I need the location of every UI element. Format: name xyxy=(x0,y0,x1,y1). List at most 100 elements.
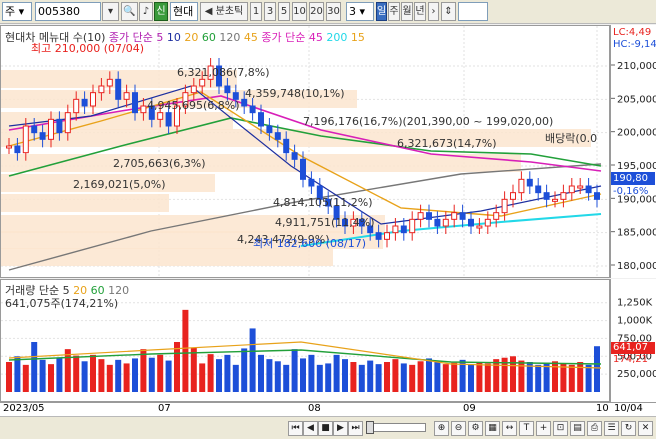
candle-body xyxy=(190,85,197,94)
zoom-slider[interactable] xyxy=(366,423,426,432)
volume-y-tick: 1,000K xyxy=(617,316,653,327)
volume-bar xyxy=(417,361,424,392)
legend-ma15: 15 xyxy=(350,31,365,44)
interval-mode-label: ◀ 분초틱 xyxy=(204,6,244,17)
volume-badge: 641,07 xyxy=(611,342,655,354)
scroll-updown-icon[interactable]: ⇕ xyxy=(441,2,456,21)
next-arrow-icon[interactable]: › xyxy=(428,2,439,21)
y-tick-label: 180,000 xyxy=(617,261,656,272)
prev-icon[interactable]: ◀ xyxy=(303,421,318,436)
zoom-in-icon[interactable]: ⊕ xyxy=(434,421,449,436)
market-label: 주 xyxy=(5,5,16,18)
volume-bar xyxy=(190,347,197,392)
settings-icon[interactable]: ☰ xyxy=(604,421,619,436)
volume-bar xyxy=(585,364,592,392)
x-tick-label: 10/04 xyxy=(614,403,643,414)
candle-body xyxy=(375,232,382,240)
stock-name-field: 현대 xyxy=(170,2,198,21)
stock-code-input[interactable]: 005380 xyxy=(35,2,101,21)
volume-bar xyxy=(81,361,88,392)
period-button-20[interactable]: 20 xyxy=(309,2,324,21)
tab-day[interactable]: 일 xyxy=(376,2,387,21)
period-button-5[interactable]: 5 xyxy=(278,2,290,21)
volume-bar xyxy=(140,349,147,392)
first-page-icon[interactable]: ⏮ xyxy=(288,421,303,436)
last-page-icon[interactable]: ⏭ xyxy=(348,421,363,436)
volume-profile-bar xyxy=(1,248,333,266)
candle-body xyxy=(224,85,231,94)
volume-bar xyxy=(73,355,80,392)
price-axis-svg: 210,000205,000200,000195,000190,000185,0… xyxy=(611,61,656,272)
code-dropdown-button[interactable]: ▾ xyxy=(102,2,119,21)
period-select[interactable]: 3 ▾ xyxy=(346,2,374,21)
candle-body xyxy=(426,212,432,220)
text-icon[interactable]: T xyxy=(519,421,534,436)
close-icon[interactable]: ✕ xyxy=(638,421,653,436)
candle-body xyxy=(73,98,80,114)
period-button-30[interactable]: 30 xyxy=(326,2,341,21)
volume-y-tick: 1,250K xyxy=(617,298,653,309)
x-tick-label: 08 xyxy=(308,403,321,414)
period-button-3[interactable]: 3 xyxy=(264,2,276,21)
candle-body xyxy=(106,78,113,87)
search-icon[interactable]: 🔍 xyxy=(121,2,138,21)
tab-month[interactable]: 월 xyxy=(401,2,413,21)
sound-icon[interactable]: ♪ xyxy=(139,2,153,21)
next-icon[interactable]: ▶ xyxy=(333,421,348,436)
volume-bar xyxy=(258,354,264,392)
volume-bar xyxy=(174,342,180,392)
interval-mode-button[interactable]: ◀ 분초틱 xyxy=(200,2,248,21)
candle-body xyxy=(308,178,315,187)
market-select[interactable]: 주 ▾ xyxy=(2,2,32,21)
save-icon[interactable]: ▤ xyxy=(570,421,585,436)
volume-chart-panel[interactable]: 거래량 단순 5 20 60 120 641,075주(174,21%) xyxy=(0,279,610,402)
candle-body xyxy=(459,212,466,220)
candle-body xyxy=(518,178,525,194)
crosshair-icon[interactable]: + xyxy=(536,421,551,436)
volume-bar xyxy=(392,359,399,392)
zoom-slider-handle[interactable] xyxy=(366,421,374,434)
candle-body xyxy=(577,185,584,189)
candle-body xyxy=(501,198,508,214)
chart-nav-bar: ⏮ ◀ ■ ▶ ⏭ ⊕ ⊖ ⚙ ▦ ↔ T + ⊡ ▤ ⎙ ☰ ↻ ✕ xyxy=(0,416,656,439)
credit-badge[interactable]: 신 xyxy=(154,2,168,21)
fit-icon[interactable]: ⊡ xyxy=(553,421,568,436)
volume-profile-label: 2,169,021(5,0%) xyxy=(73,178,166,191)
y-tick-label: 200,000 xyxy=(617,128,656,139)
price-chart-panel[interactable]: 6,321,086(7,8%) 4,359,748(10,1%) 4,945,695… xyxy=(0,25,610,278)
volume-bar xyxy=(333,354,340,392)
volume-profile-label: 4,911,751(11,4%) xyxy=(275,216,375,229)
price-chart-svg: 6,321,086(7,8%) 4,359,748(10,1%) 4,945,695… xyxy=(1,26,609,277)
legend-ma200: 200 xyxy=(326,31,348,44)
zoom-out-icon[interactable]: ⊖ xyxy=(451,421,466,436)
candle-body xyxy=(98,85,105,94)
volume-bar xyxy=(132,358,138,392)
candle-body xyxy=(468,218,474,227)
restore-icon[interactable]: ↻ xyxy=(621,421,636,436)
period-button-10[interactable]: 10 xyxy=(292,2,307,21)
period-button-1[interactable]: 1 xyxy=(250,2,262,21)
period-label: 3 xyxy=(266,6,274,17)
candle-body xyxy=(266,125,273,134)
volume-bar xyxy=(39,359,46,392)
stop-icon[interactable]: ■ xyxy=(318,421,333,436)
candle-body xyxy=(585,185,592,194)
tab-week[interactable]: 주 xyxy=(388,2,400,21)
tool-icon[interactable]: ⚙ xyxy=(468,421,483,436)
count-input[interactable] xyxy=(458,2,488,21)
candle-body xyxy=(484,218,491,227)
tab-year[interactable]: 년 xyxy=(414,2,426,21)
candle-body xyxy=(165,112,172,127)
candle-body xyxy=(132,92,138,114)
candle-body xyxy=(241,98,248,107)
grid-icon[interactable]: ▦ xyxy=(485,421,500,436)
volume-bar xyxy=(476,362,483,392)
volume-profile-label: 4,945,695(6,8%) xyxy=(147,99,240,112)
volume-bar xyxy=(224,354,231,392)
ruler-icon[interactable]: ↔ xyxy=(502,421,517,436)
stock-name-value: 현대 xyxy=(173,5,194,18)
volume-bar xyxy=(468,364,474,392)
print-icon[interactable]: ⎙ xyxy=(587,421,602,436)
volume-bar xyxy=(384,362,390,392)
stock-code-value: 005380 xyxy=(38,5,80,18)
